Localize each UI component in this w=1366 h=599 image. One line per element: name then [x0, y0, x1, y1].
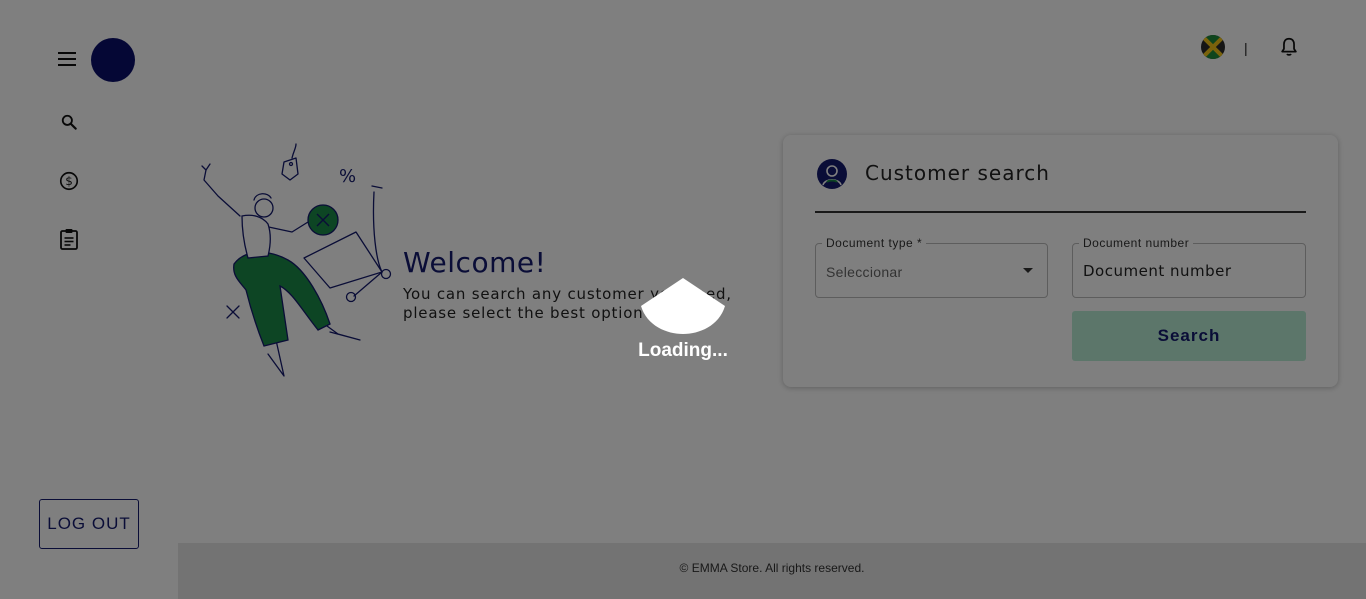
loading-spinner-icon: [639, 276, 727, 334]
loading-text: Loading...: [638, 340, 728, 361]
loading-overlay: Loading...: [0, 0, 1366, 599]
